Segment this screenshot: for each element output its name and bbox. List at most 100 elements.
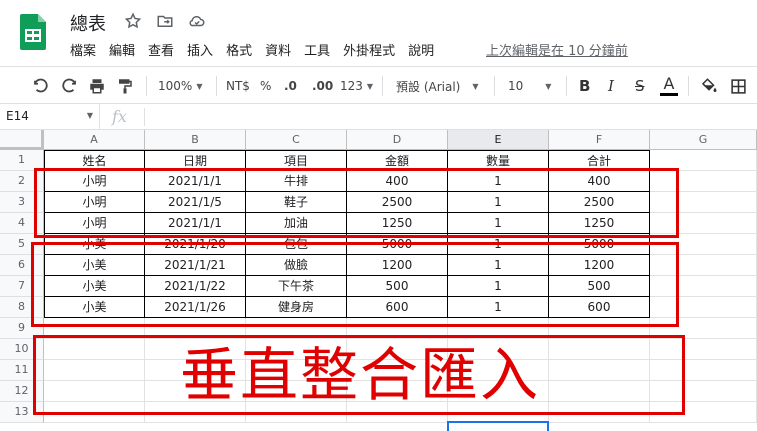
- star-icon[interactable]: [124, 12, 142, 30]
- cell-g2[interactable]: [650, 171, 757, 192]
- cell-c8[interactable]: 健身房: [246, 297, 347, 318]
- column-header-f[interactable]: F: [549, 130, 650, 150]
- cell-e2[interactable]: 1: [448, 171, 549, 192]
- spreadsheet-grid[interactable]: A B C D E F G 1 2 3 4 5 6 7 8 9 10 11 12 13 姓名 日期 項目 金額 數量 合計 小明 20…: [0, 130, 757, 431]
- increase-decimal-button[interactable]: .00: [312, 67, 333, 105]
- cell-f3[interactable]: 2500: [549, 192, 650, 213]
- cell-b8[interactable]: 2021/1/26: [145, 297, 246, 318]
- print-button[interactable]: [88, 67, 106, 105]
- cell-b2[interactable]: 2021/1/1: [145, 171, 246, 192]
- cell-g7[interactable]: [650, 276, 757, 297]
- decrease-decimal-button[interactable]: .0: [284, 67, 297, 105]
- cell-e7[interactable]: 1: [448, 276, 549, 297]
- cell-c9[interactable]: [246, 318, 347, 339]
- cell-b9[interactable]: [145, 318, 246, 339]
- cell-e1[interactable]: 數量: [448, 150, 549, 171]
- cell-f4[interactable]: 1250: [549, 213, 650, 234]
- strikethrough-button[interactable]: S: [635, 67, 645, 105]
- cell-c2[interactable]: 牛排: [246, 171, 347, 192]
- cell-b4[interactable]: 2021/1/1: [145, 213, 246, 234]
- last-edit-link[interactable]: 上次編輯是在 10 分鐘前: [486, 40, 628, 59]
- menu-addons[interactable]: 外掛程式: [343, 40, 395, 59]
- cell-b3[interactable]: 2021/1/5: [145, 192, 246, 213]
- cell-d6[interactable]: 1200: [347, 255, 448, 276]
- borders-button[interactable]: [730, 67, 747, 105]
- cell-b5[interactable]: 2021/1/20: [145, 234, 246, 255]
- menu-view[interactable]: 查看: [148, 40, 174, 59]
- fill-color-button[interactable]: [700, 67, 718, 105]
- column-header-c[interactable]: C: [246, 130, 347, 150]
- formula-input[interactable]: [150, 104, 750, 130]
- cell-a3[interactable]: 小明: [44, 192, 145, 213]
- cell-d9[interactable]: [347, 318, 448, 339]
- cell-g4[interactable]: [650, 213, 757, 234]
- name-box[interactable]: E14 ▼: [0, 104, 100, 130]
- cell-g5[interactable]: [650, 234, 757, 255]
- column-header-d[interactable]: D: [347, 130, 448, 150]
- cell-c7[interactable]: 下午茶: [246, 276, 347, 297]
- cell-f6[interactable]: 1200: [549, 255, 650, 276]
- cell-a8[interactable]: 小美: [44, 297, 145, 318]
- cell-f5[interactable]: 5000: [549, 234, 650, 255]
- row-header-6[interactable]: 6: [0, 255, 44, 276]
- row-header-1[interactable]: 1: [0, 150, 44, 171]
- row-header-8[interactable]: 8: [0, 297, 44, 318]
- cell-e8[interactable]: 1: [448, 297, 549, 318]
- column-header-e[interactable]: E: [448, 130, 549, 150]
- cell-c5[interactable]: 包包: [246, 234, 347, 255]
- column-header-b[interactable]: B: [145, 130, 246, 150]
- cell-b1[interactable]: 日期: [145, 150, 246, 171]
- cell-f1[interactable]: 合計: [549, 150, 650, 171]
- cell-f9[interactable]: [549, 318, 650, 339]
- cell-d8[interactable]: 600: [347, 297, 448, 318]
- cell-d1[interactable]: 金額: [347, 150, 448, 171]
- row-header-7[interactable]: 7: [0, 276, 44, 297]
- menu-file[interactable]: 檔案: [70, 40, 96, 59]
- row-header-5[interactable]: 5: [0, 234, 44, 255]
- cell-g1[interactable]: [650, 150, 757, 171]
- font-size-select[interactable]: 10 ▼: [508, 67, 551, 105]
- cell-c3[interactable]: 鞋子: [246, 192, 347, 213]
- cell-a1[interactable]: 姓名: [44, 150, 145, 171]
- bold-button[interactable]: B: [579, 67, 590, 105]
- cell-a2[interactable]: 小明: [44, 171, 145, 192]
- zoom-select[interactable]: 100% ▼: [158, 67, 202, 105]
- menu-tools[interactable]: 工具: [304, 40, 330, 59]
- cell-f8[interactable]: 600: [549, 297, 650, 318]
- cell-d5[interactable]: 5000: [347, 234, 448, 255]
- document-title[interactable]: 總表: [70, 10, 106, 36]
- text-color-button[interactable]: A: [660, 67, 678, 105]
- italic-button[interactable]: I: [608, 67, 614, 105]
- cell-f2[interactable]: 400: [549, 171, 650, 192]
- sheets-logo-icon[interactable]: [20, 14, 46, 50]
- cell-a7[interactable]: 小美: [44, 276, 145, 297]
- cell-e3[interactable]: 1: [448, 192, 549, 213]
- row-header-3[interactable]: 3: [0, 192, 44, 213]
- number-format-select[interactable]: 123 ▼: [340, 67, 373, 105]
- cell-d3[interactable]: 2500: [347, 192, 448, 213]
- select-all-corner[interactable]: [0, 130, 44, 150]
- cell-g8[interactable]: [650, 297, 757, 318]
- font-family-select[interactable]: 預設 (Arial) ▼: [396, 67, 479, 105]
- redo-button[interactable]: [60, 67, 78, 105]
- row-header-2[interactable]: 2: [0, 171, 44, 192]
- row-header-4[interactable]: 4: [0, 213, 44, 234]
- cell-a5[interactable]: 小美: [44, 234, 145, 255]
- menu-edit[interactable]: 編輯: [109, 40, 135, 59]
- cloud-status-icon[interactable]: [188, 12, 206, 30]
- cell-b7[interactable]: 2021/1/22: [145, 276, 246, 297]
- move-folder-icon[interactable]: [156, 12, 174, 30]
- cell-f7[interactable]: 500: [549, 276, 650, 297]
- menu-help[interactable]: 說明: [408, 40, 434, 59]
- cell-a4[interactable]: 小明: [44, 213, 145, 234]
- cell-a9[interactable]: [44, 318, 145, 339]
- menu-format[interactable]: 格式: [226, 40, 252, 59]
- cell-d4[interactable]: 1250: [347, 213, 448, 234]
- cell-a6[interactable]: 小美: [44, 255, 145, 276]
- column-header-a[interactable]: A: [44, 130, 145, 150]
- cell-d7[interactable]: 500: [347, 276, 448, 297]
- cell-d2[interactable]: 400: [347, 171, 448, 192]
- cell-g3[interactable]: [650, 192, 757, 213]
- menu-data[interactable]: 資料: [265, 40, 291, 59]
- cell-b6[interactable]: 2021/1/21: [145, 255, 246, 276]
